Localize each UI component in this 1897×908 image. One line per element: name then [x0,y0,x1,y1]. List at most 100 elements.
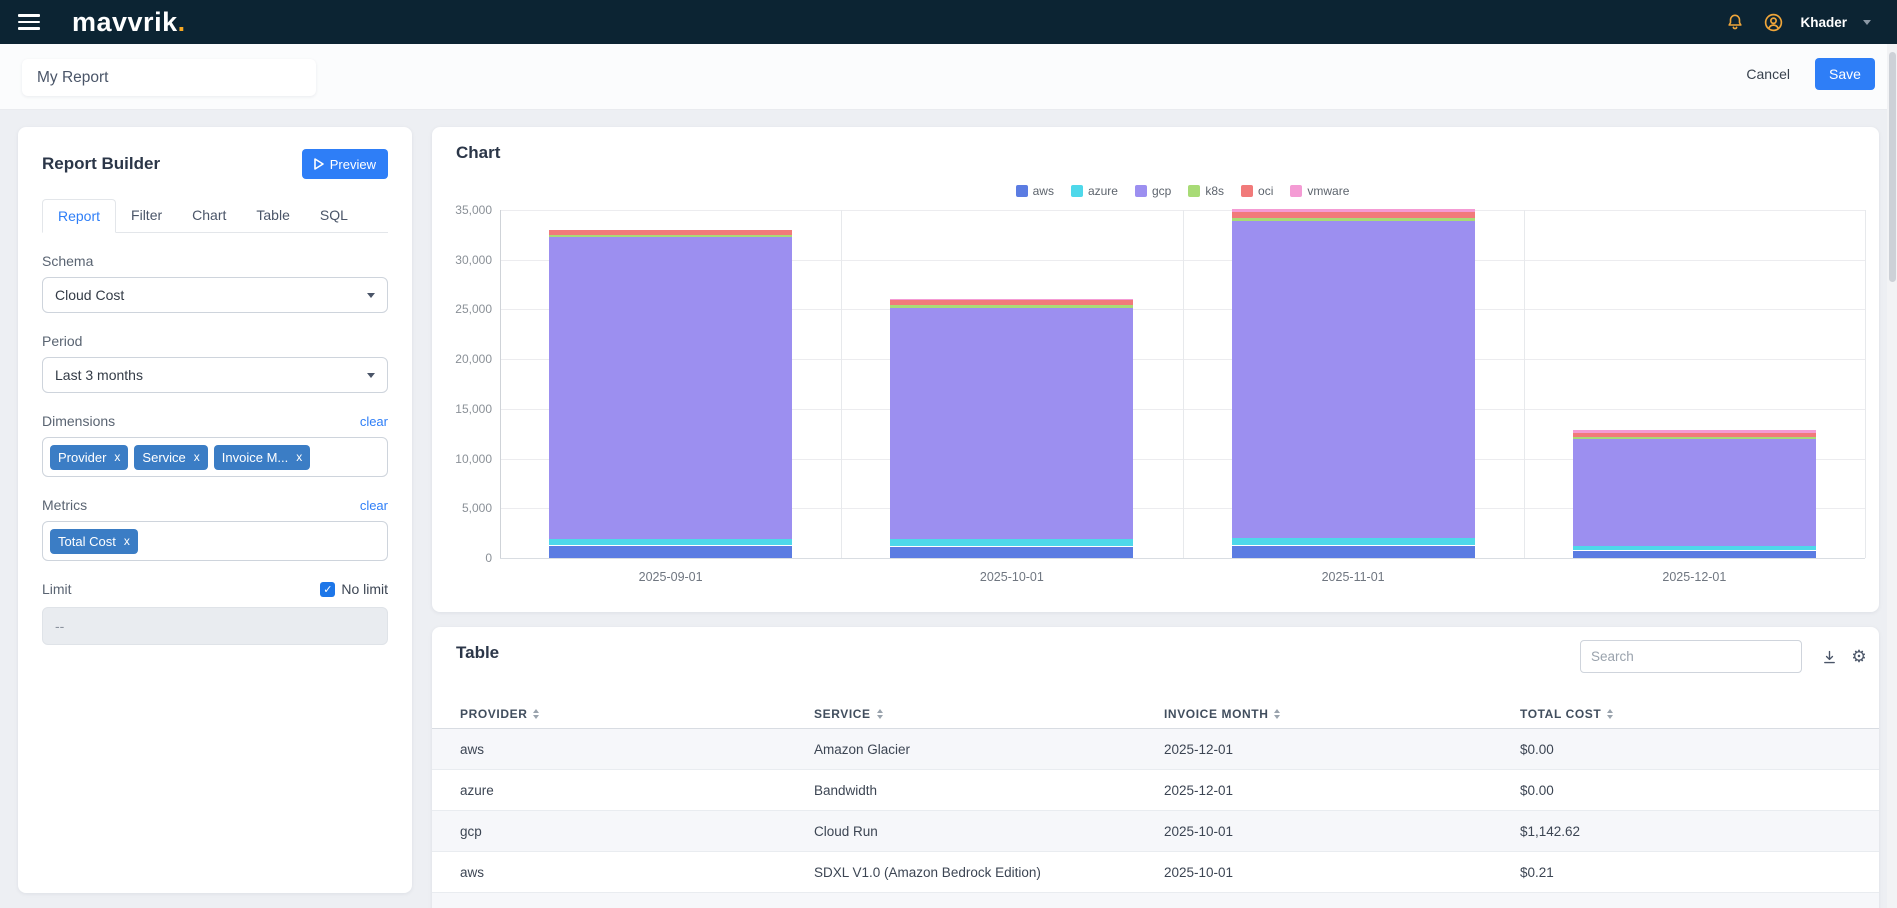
app-logo: mavvrik. [72,7,186,38]
table-row-partial[interactable] [432,893,1879,908]
table-search-input[interactable] [1580,640,1802,673]
bar-segment-aws[interactable] [890,547,1133,558]
sort-icon[interactable] [1607,709,1613,719]
page-scrollbar[interactable] [1887,44,1897,908]
dimensions-clear-link[interactable]: clear [360,414,388,429]
gridline [500,558,1865,559]
y-axis-tick: 5,000 [436,501,492,515]
bar-segment-azure[interactable] [549,539,792,546]
metrics-multiselect[interactable]: Total Cost x [42,521,388,561]
legend-item-aws[interactable]: aws [1016,184,1054,198]
metric-chip-label: Total Cost [58,534,116,549]
cell-total-cost: $0.00 [1520,742,1843,757]
y-axis-tick: 0 [436,551,492,565]
tab-sql[interactable]: SQL [305,199,363,232]
dimension-chip-remove-icon[interactable]: x [194,450,200,464]
cell-provider: aws [460,742,814,757]
cell-provider: aws [460,865,814,880]
stacked-bar-2025-09-01[interactable] [549,229,792,558]
bar-segment-aws[interactable] [1232,546,1475,558]
table-row[interactable]: awsAmazon Glacier2025-12-01$0.00 [432,729,1879,770]
legend-item-oci[interactable]: oci [1241,184,1273,198]
x-axis-label: 2025-12-01 [1634,570,1754,584]
bar-segment-gcp[interactable] [890,308,1133,539]
scrollbar-thumb[interactable] [1889,52,1896,282]
dimension-chip-remove-icon[interactable]: x [296,450,302,464]
dimension-chip[interactable]: Service x [134,445,207,470]
bar-segment-gcp[interactable] [1573,439,1816,545]
stacked-bar-2025-10-01[interactable] [890,298,1133,558]
checkbox-checked-icon[interactable]: ✓ [320,582,335,597]
bar-segment-azure[interactable] [1573,546,1816,551]
table-row[interactable]: gcpCloud Run2025-10-01$1,142.62 [432,811,1879,852]
tab-chart[interactable]: Chart [177,199,241,232]
user-avatar-icon[interactable] [1762,11,1784,33]
x-axis-label: 2025-11-01 [1293,570,1413,584]
chevron-down-icon [367,293,375,298]
y-axis-tick: 10,000 [436,452,492,466]
dimension-chip-label: Service [142,450,185,465]
tab-table[interactable]: Table [241,199,304,232]
dimension-chip[interactable]: Invoice M... x [214,445,310,470]
limit-input[interactable]: -- [42,607,388,645]
legend-item-azure[interactable]: azure [1071,184,1118,198]
bar-segment-azure[interactable] [1232,538,1475,545]
bar-segment-gcp[interactable] [549,237,792,538]
stacked-bar-2025-11-01[interactable] [1232,208,1475,558]
bar-segment-gcp[interactable] [1232,221,1475,538]
download-icon[interactable] [1818,646,1840,668]
preview-button[interactable]: Preview [302,149,388,179]
column-header-service[interactable]: SERVICE [814,707,1164,721]
sort-icon[interactable] [533,709,539,719]
tab-filter[interactable]: Filter [116,199,177,232]
limit-label: Limit [42,581,72,597]
cell-invoice-month: 2025-10-01 [1164,824,1520,839]
table-row[interactable]: awsSDXL V1.0 (Amazon Bedrock Edition)202… [432,852,1879,893]
schema-select[interactable]: Cloud Cost [42,277,388,313]
table-card: Table ⚙ PROVIDERSERVICEINVOICE MONTHTOTA… [432,627,1879,908]
column-header-invoice-month[interactable]: INVOICE MONTH [1164,707,1520,721]
legend-label: oci [1258,184,1273,198]
period-select[interactable]: Last 3 months [42,357,388,393]
metrics-label: Metrics [42,497,87,513]
hamburger-menu-icon[interactable] [18,14,40,30]
dimension-chip-remove-icon[interactable]: x [114,450,120,464]
column-header-total-cost[interactable]: TOTAL COST [1520,707,1843,721]
report-name-input[interactable]: My Report [22,59,316,96]
metric-chip[interactable]: Total Cost x [50,529,138,554]
sort-icon[interactable] [877,709,883,719]
chart-plot: 35,00030,00025,00020,00015,00010,0005,00… [500,210,1865,558]
column-header-label: TOTAL COST [1520,707,1601,721]
legend-item-gcp[interactable]: gcp [1135,184,1171,198]
legend-item-vmware[interactable]: vmware [1290,184,1349,198]
sort-icon[interactable] [1274,709,1280,719]
cancel-button[interactable]: Cancel [1746,66,1790,82]
legend-swatch-aws [1016,185,1028,197]
metric-chip-remove-icon[interactable]: x [124,534,130,548]
metrics-clear-link[interactable]: clear [360,498,388,513]
legend-item-k8s[interactable]: k8s [1188,184,1224,198]
dimensions-multiselect[interactable]: Provider x Service x Invoice M... x [42,437,388,477]
settings-gear-icon[interactable]: ⚙ [1848,646,1870,668]
dimension-chip[interactable]: Provider x [50,445,128,470]
column-header-provider[interactable]: PROVIDER [460,707,814,721]
dimension-chip-label: Provider [58,450,106,465]
user-menu-caret-icon[interactable] [1863,20,1871,25]
tab-report[interactable]: Report [42,199,116,233]
bar-segment-aws[interactable] [1573,551,1816,558]
legend-label: azure [1088,184,1118,198]
cell-service: Bandwidth [814,783,1164,798]
legend-swatch-gcp [1135,185,1147,197]
stacked-bar-2025-12-01[interactable] [1573,429,1816,558]
notifications-bell-icon[interactable] [1724,11,1746,33]
cell-provider: azure [460,783,814,798]
table-row[interactable]: azureBandwidth2025-12-01$0.00 [432,770,1879,811]
no-limit-checkbox[interactable]: ✓ No limit [320,581,388,597]
save-button[interactable]: Save [1815,58,1875,90]
bar-segment-azure[interactable] [890,539,1133,546]
category-boundary-line [1183,210,1184,558]
legend-swatch-k8s [1188,185,1200,197]
dimension-chip-label: Invoice M... [222,450,288,465]
play-icon [314,158,324,170]
bar-segment-aws[interactable] [549,546,792,558]
